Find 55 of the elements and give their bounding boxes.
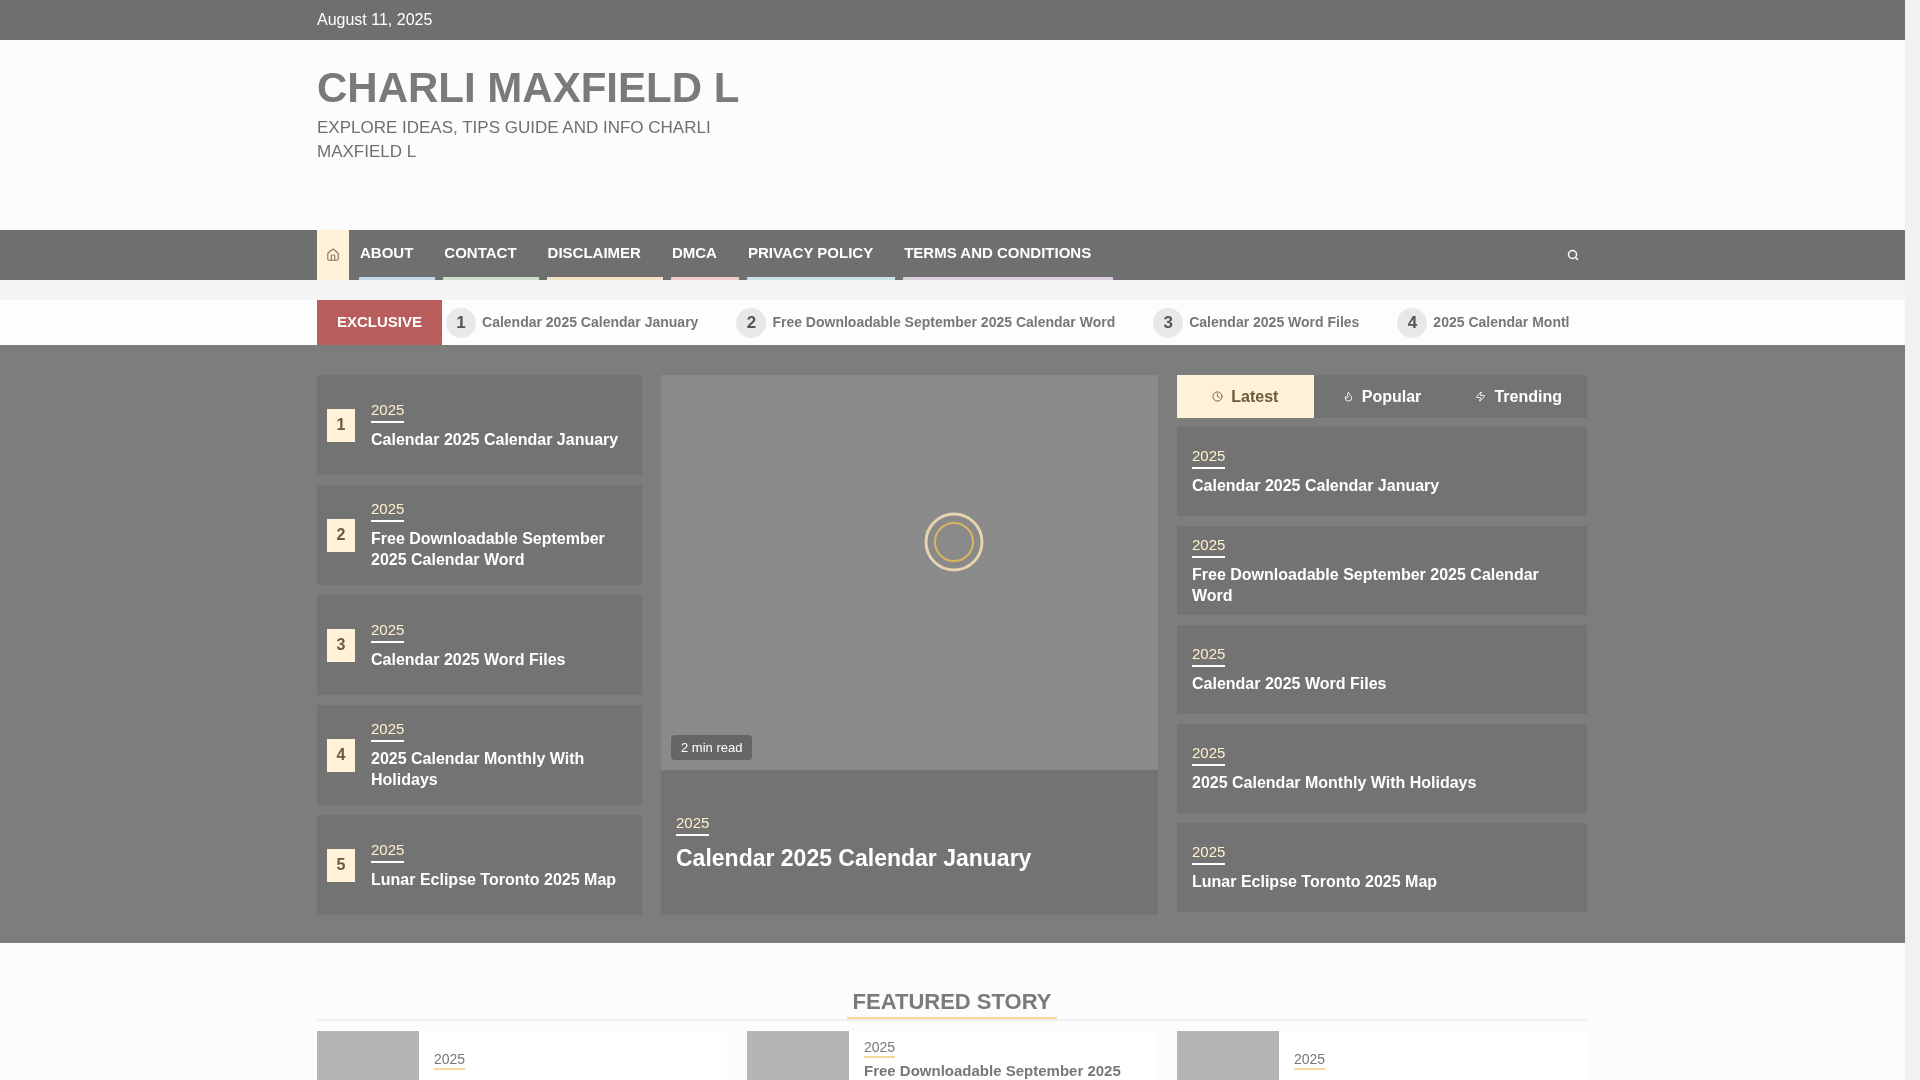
category-link[interactable]: 2025	[371, 720, 405, 742]
post-title[interactable]: Calendar 2025 Word Files	[1192, 673, 1572, 694]
category-link[interactable]: 2025	[676, 814, 710, 836]
ticker-item[interactable]: 2 Free Downloadable September 2025 Calendar Word	[736, 307, 1116, 338]
date-text: August 11, 2025	[317, 10, 433, 30]
post-title[interactable]: 2025 Calendar Monthly With Holidays	[1192, 772, 1572, 793]
number-badge: 2	[736, 307, 767, 338]
story-title[interactable]: Free Downloadable September 2025	[864, 1062, 1121, 1080]
post-title[interactable]: Calendar 2025 Calendar January	[1192, 475, 1572, 496]
category-link[interactable]: 2025	[371, 840, 405, 863]
flame-icon	[1342, 391, 1354, 402]
rank-badge: 5	[327, 848, 355, 882]
section-heading: FEATURED STORY	[846, 989, 1058, 1019]
spinner-icon	[923, 511, 984, 572]
rank-badge: 4	[327, 738, 355, 772]
category-link[interactable]: 2025	[434, 1051, 466, 1070]
number-badge: 1	[446, 307, 477, 338]
category-link[interactable]: 2025	[1192, 447, 1226, 469]
tab[interactable]: Popular	[1313, 375, 1451, 418]
rank-badge: 2	[327, 518, 355, 552]
home-icon	[326, 248, 340, 262]
ticker-item[interactable]: 1 Calendar 2025 Calendar January	[446, 307, 699, 338]
rank-badge: 3	[327, 628, 355, 662]
post-title[interactable]: 2025 Calendar Monthly With Holidays	[371, 748, 632, 790]
number-badge: 3	[1153, 307, 1184, 338]
post-title[interactable]: Lunar Eclipse Toronto 2025 Map	[1192, 871, 1572, 892]
exclusive-label: EXCLUSIVE	[317, 300, 443, 345]
tab[interactable]: Trending	[1450, 375, 1587, 418]
featured-title[interactable]: Calendar 2025 Calendar January	[676, 844, 1158, 872]
category-link[interactable]: 2025	[371, 500, 405, 522]
category-link[interactable]: 2025	[864, 1039, 896, 1058]
post-title[interactable]: Calendar 2025 Calendar January	[371, 428, 619, 450]
site-tagline: EXPLORE IDEAS, TIPS GUIDE AND INFO CHARLI MAXFIELD L	[317, 117, 712, 163]
site-title[interactable]: CHARLI MAXFIELD L	[317, 66, 747, 110]
category-link[interactable]: 2025	[371, 620, 405, 643]
category-link[interactable]: 2025	[1192, 744, 1226, 766]
ticker-item[interactable]: 3 Calendar 2025 Word Files	[1153, 307, 1360, 338]
read-time-badge: 2 min read	[671, 734, 753, 760]
home-button[interactable]	[317, 230, 349, 280]
category-link[interactable]: 2025	[371, 400, 405, 423]
search-icon[interactable]	[1567, 249, 1579, 261]
post-title[interactable]: Free Downloadable September 2025 Calendar Word	[371, 528, 632, 570]
ticker-item[interactable]: 4 2025 Calendar Montl	[1397, 307, 1570, 338]
post-title[interactable]: Lunar Eclipse Toronto 2025 Map	[371, 868, 617, 890]
post-title[interactable]: Calendar 2025 Word Files	[371, 648, 566, 670]
category-link[interactable]: 2025	[1294, 1051, 1326, 1070]
rank-badge: 1	[327, 408, 355, 442]
number-badge: 4	[1397, 307, 1428, 338]
category-link[interactable]: 2025	[1192, 843, 1226, 865]
category-link[interactable]: 2025	[1192, 645, 1226, 667]
bolt-icon	[1475, 391, 1487, 402]
clock-icon	[1212, 391, 1224, 402]
category-link[interactable]: 2025	[1192, 535, 1226, 558]
tab[interactable]: Latest	[1177, 375, 1314, 418]
post-title[interactable]: Free Downloadable September 2025 Calendar Word	[1192, 563, 1572, 606]
